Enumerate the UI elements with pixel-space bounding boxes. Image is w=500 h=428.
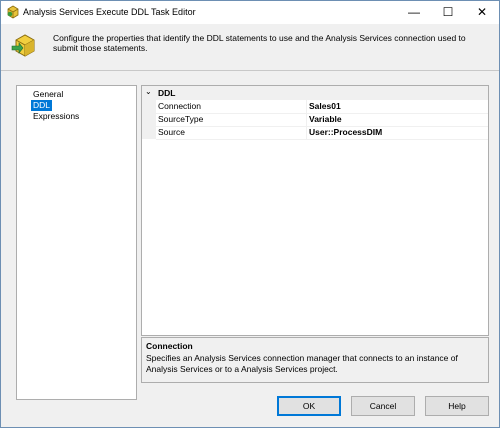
window-title: Analysis Services Execute DDL Task Edito…: [23, 7, 196, 17]
category-row-ddl[interactable]: ⌄ DDL: [142, 86, 488, 100]
nav-item-expressions[interactable]: Expressions: [31, 111, 81, 122]
cancel-button[interactable]: Cancel: [351, 396, 415, 416]
property-row-sourcetype[interactable]: SourceType Variable: [156, 113, 488, 127]
maximize-icon: ☐: [442, 5, 454, 19]
minimize-button[interactable]: —: [397, 1, 431, 24]
task-cube-icon: [11, 34, 35, 57]
close-button[interactable]: ✕: [465, 1, 499, 24]
property-value[interactable]: User::ProcessDIM: [309, 127, 382, 137]
nav-item-ddl[interactable]: DDL: [31, 100, 53, 111]
property-description-panel: Connection Specifies an Analysis Service…: [141, 337, 489, 383]
help-button[interactable]: Help: [425, 396, 489, 416]
header-description: Configure the properties that identify t…: [53, 33, 466, 53]
description-title: Connection: [146, 341, 193, 351]
property-name: Connection: [158, 101, 202, 111]
property-value[interactable]: Variable: [309, 114, 342, 124]
header-divider: [1, 70, 499, 71]
minimize-icon: —: [408, 5, 420, 19]
maximize-button[interactable]: ☐: [431, 1, 465, 24]
property-grid: ⌄ DDL Connection Sales01 SourceType Vari…: [141, 85, 489, 336]
category-label: DDL: [158, 88, 176, 98]
property-name: SourceType: [158, 114, 204, 124]
grid-gutter: [142, 100, 156, 139]
property-name: Source: [158, 127, 185, 137]
ddl-task-icon: [7, 5, 19, 19]
property-row-source[interactable]: Source User::ProcessDIM: [156, 126, 488, 140]
page-list: General DDL Expressions: [16, 85, 137, 400]
ok-button[interactable]: OK: [277, 396, 341, 416]
property-row-connection[interactable]: Connection Sales01: [156, 100, 488, 114]
dialog-window: Analysis Services Execute DDL Task Edito…: [0, 0, 500, 428]
close-icon: ✕: [476, 5, 488, 19]
title-bar: Analysis Services Execute DDL Task Edito…: [1, 1, 499, 24]
header-panel: Configure the properties that identify t…: [1, 24, 499, 71]
property-value[interactable]: Sales01: [309, 101, 341, 111]
description-text: Specifies an Analysis Services connectio…: [146, 353, 458, 374]
chevron-down-icon[interactable]: ⌄: [145, 87, 152, 96]
nav-item-general[interactable]: General: [31, 89, 65, 100]
